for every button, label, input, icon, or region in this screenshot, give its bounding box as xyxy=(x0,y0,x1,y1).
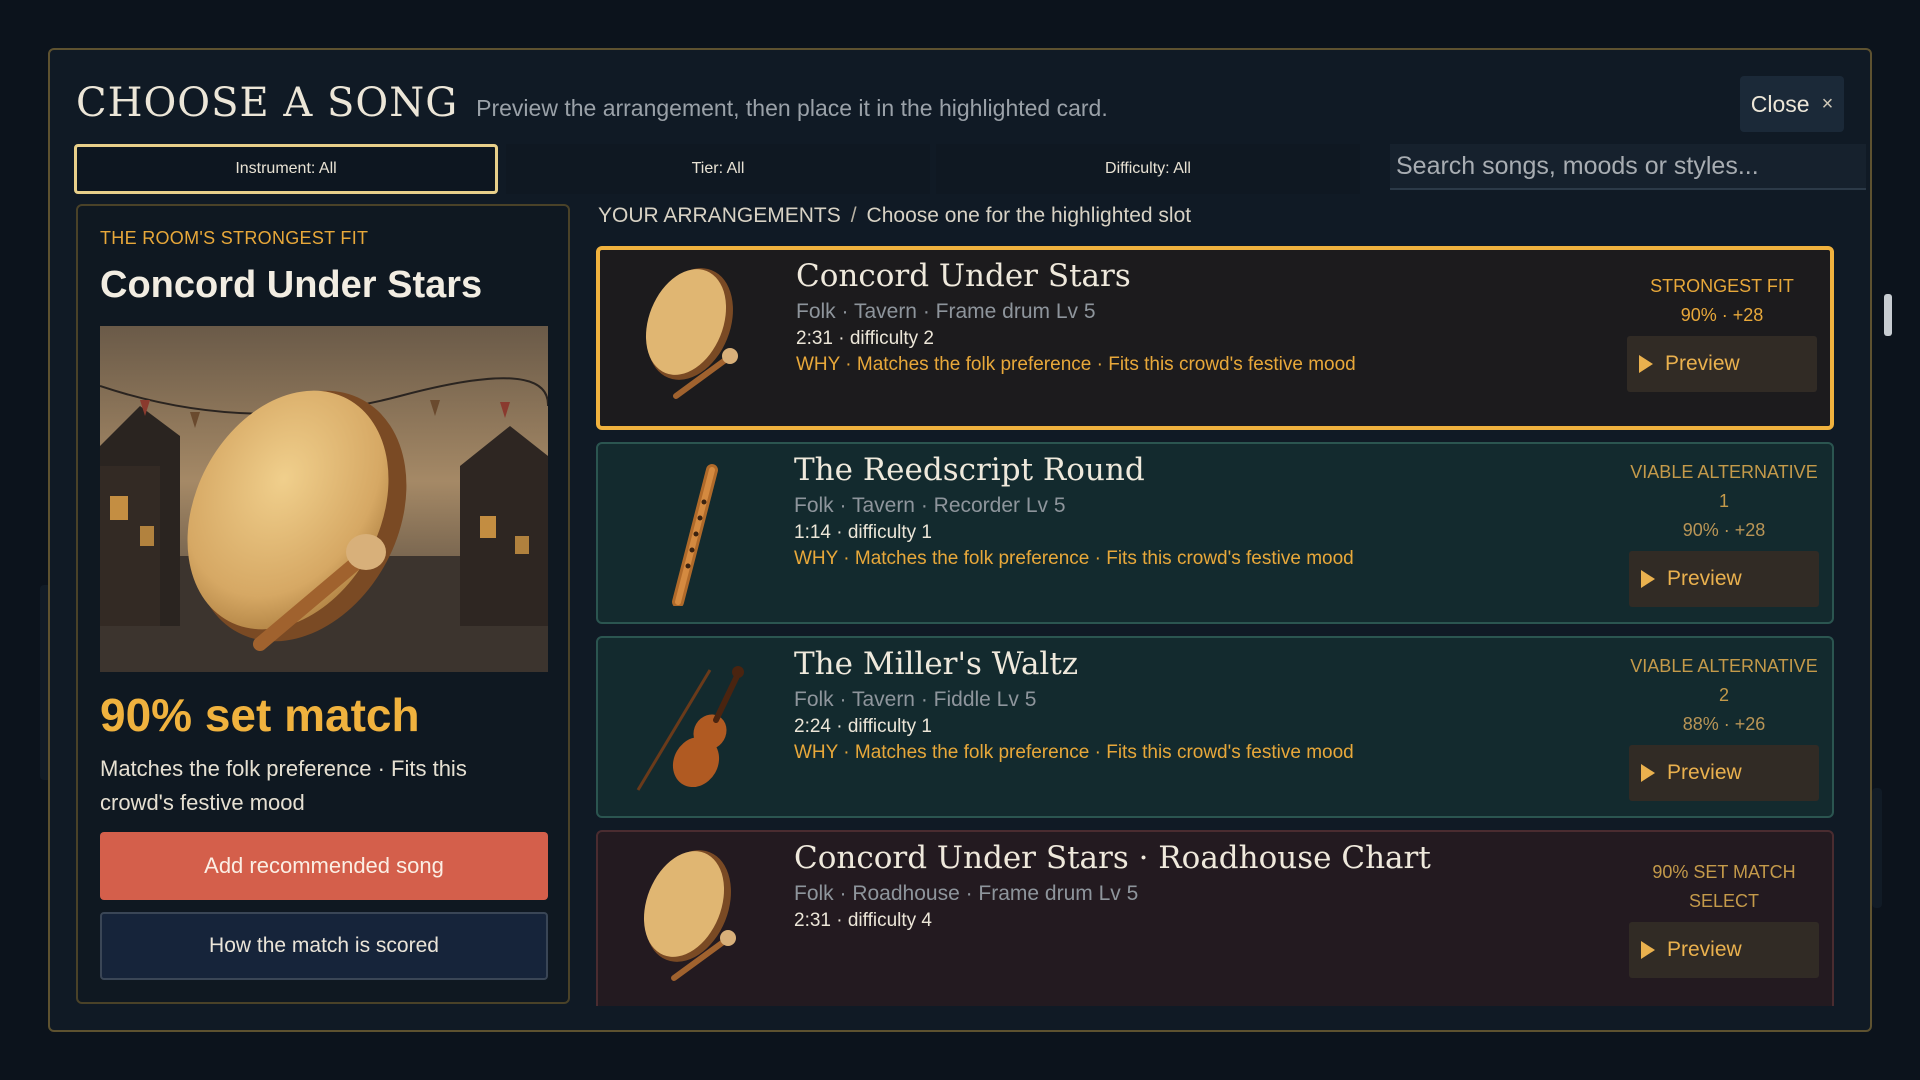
list-scrollbar[interactable] xyxy=(1884,294,1892,336)
play-icon xyxy=(1641,941,1655,959)
preview-label: Preview xyxy=(1667,567,1742,590)
song-duration-difficulty: 2:24 · difficulty 1 xyxy=(794,716,933,737)
song-card[interactable]: Concord Under Stars Folk · Tavern · Fram… xyxy=(596,246,1834,430)
song-reason: WHY · Matches the folk preference · Fits… xyxy=(794,742,1354,763)
song-meta: Folk · Tavern · Recorder Lv 5 xyxy=(794,494,1066,517)
filter-bar: Instrument: All Tier: All Difficulty: Al… xyxy=(74,144,1866,194)
preview-button[interactable]: Preview xyxy=(1629,551,1819,607)
play-icon xyxy=(1641,570,1655,588)
song-reason: WHY · Matches the folk preference · Fits… xyxy=(796,354,1356,375)
recommendation-panel: THE ROOM'S STRONGEST FIT Concord Under S… xyxy=(76,204,570,1004)
how-match-scored-button[interactable]: How the match is scored xyxy=(100,912,548,980)
tier-filter[interactable]: Tier: All xyxy=(506,144,930,194)
preview-button[interactable]: Preview xyxy=(1627,336,1817,392)
song-meta: Folk · Roadhouse · Frame drum Lv 5 xyxy=(794,882,1139,905)
song-score: 88% · +26 xyxy=(1682,714,1766,734)
song-title: Concord Under Stars · Roadhouse Chart xyxy=(794,840,1431,876)
frame-drum-icon xyxy=(630,844,750,994)
modal-subtitle: Preview the arrangement, then place it i… xyxy=(476,95,1108,121)
recorder-icon xyxy=(630,456,750,608)
add-recommended-button[interactable]: Add recommended song xyxy=(100,832,548,900)
fiddle-icon xyxy=(630,650,750,800)
modal-header: CHOOSE A SONG Preview the arrangement, t… xyxy=(76,80,1108,126)
preview-label: Preview xyxy=(1665,352,1740,375)
recommendation-artwork xyxy=(100,326,548,672)
close-label: Close xyxy=(1750,90,1810,117)
frame-drum-village-illustration xyxy=(100,326,548,672)
song-status: VIABLE ALTERNATIVE xyxy=(1630,656,1818,676)
song-card[interactable]: The Reedscript Round Folk · Tavern · Rec… xyxy=(596,442,1834,624)
preview-button[interactable]: Preview xyxy=(1629,745,1819,801)
close-icon: × xyxy=(1821,92,1834,115)
search-input[interactable] xyxy=(1390,144,1866,190)
song-duration-difficulty: 2:31 · difficulty 2 xyxy=(796,328,935,349)
recommendation-eyebrow: THE ROOM'S STRONGEST FIT xyxy=(100,228,369,248)
close-button[interactable]: Close × xyxy=(1740,76,1844,132)
song-status-block: STRONGEST FIT 90% · +28 Preview xyxy=(1624,272,1820,392)
song-card[interactable]: Concord Under Stars · Roadhouse Chart Fo… xyxy=(596,830,1834,1006)
song-reason: WHY · Matches the folk preference · Fits… xyxy=(794,548,1354,569)
song-title: The Reedscript Round xyxy=(794,452,1145,488)
preview-button[interactable]: Preview xyxy=(1629,922,1819,978)
instrument-filter[interactable]: Instrument: All xyxy=(74,144,498,194)
background-panel-right xyxy=(1872,788,1882,908)
difficulty-filter[interactable]: Difficulty: All xyxy=(936,144,1360,194)
play-icon xyxy=(1641,764,1655,782)
modal-title: CHOOSE A SONG xyxy=(76,80,459,126)
recommendation-match: 90% set match xyxy=(100,689,420,741)
song-status: STRONGEST FIT xyxy=(1650,276,1794,296)
song-title: The Miller's Waltz xyxy=(794,646,1079,682)
song-meta: Folk · Tavern · Frame drum Lv 5 xyxy=(796,300,1096,323)
song-status-rank: 1 xyxy=(1718,491,1729,511)
song-status: VIABLE ALTERNATIVE xyxy=(1630,462,1818,482)
song-duration-difficulty: 2:31 · difficulty 4 xyxy=(794,910,933,931)
song-meta: Folk · Tavern · Fiddle Lv 5 xyxy=(794,688,1037,711)
recommendation-reason: Matches the folk preference · Fits this … xyxy=(100,756,467,815)
song-status-block: 90% SET MATCH SELECT Preview xyxy=(1626,858,1822,978)
song-status-block: VIABLE ALTERNATIVE 2 88% · +26 Preview xyxy=(1626,652,1822,801)
song-duration-difficulty: 1:14 · difficulty 1 xyxy=(794,522,933,543)
recommendation-title: Concord Under Stars xyxy=(100,264,483,306)
song-status: 90% SET MATCH xyxy=(1652,862,1796,882)
breadcrumb-hint: Choose one for the highlighted slot xyxy=(866,204,1192,227)
breadcrumb-section: YOUR ARRANGEMENTS xyxy=(598,204,841,227)
preview-label: Preview xyxy=(1667,938,1742,961)
song-status-rank: 2 xyxy=(1718,685,1729,705)
song-list: Concord Under Stars Folk · Tavern · Fram… xyxy=(596,246,1836,1006)
song-score: 90% · +28 xyxy=(1680,305,1764,325)
preview-label: Preview xyxy=(1667,761,1742,784)
breadcrumb-separator: / xyxy=(850,204,857,227)
song-score: 90% · +28 xyxy=(1682,520,1766,540)
frame-drum-icon xyxy=(632,262,752,412)
play-icon xyxy=(1639,355,1653,373)
breadcrumb: YOUR ARRANGEMENTS / Choose one for the hig… xyxy=(598,204,1191,228)
song-status-block: VIABLE ALTERNATIVE 1 90% · +28 Preview xyxy=(1626,458,1822,607)
song-title: Concord Under Stars xyxy=(796,258,1131,294)
select-label: SELECT xyxy=(1688,891,1760,911)
song-card[interactable]: The Miller's Waltz Folk · Tavern · Fiddl… xyxy=(596,636,1834,818)
song-chooser-modal: CHOOSE A SONG Preview the arrangement, t… xyxy=(48,48,1892,1032)
